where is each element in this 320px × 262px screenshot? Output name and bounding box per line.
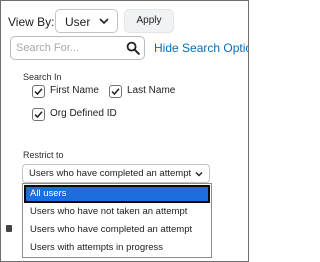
search-options-panel: View By: User Apply Hide Search Options … (0, 0, 249, 262)
restrict-to-dropdown-list: All users Users who have not taken an at… (22, 183, 212, 258)
restrict-to-label: Restrict to (23, 150, 64, 160)
org-defined-id-label: Org Defined ID (50, 108, 117, 119)
check-icon (111, 88, 120, 96)
chevron-down-icon (195, 172, 203, 177)
restrict-to-value: Users who have completed an attempt (29, 168, 192, 179)
first-name-checkbox[interactable] (32, 85, 45, 98)
option-completed-attempt[interactable]: Users who have completed an attempt (24, 221, 210, 239)
partially-hidden-icon (6, 225, 12, 232)
view-by-label: View By: (8, 15, 55, 29)
search-input[interactable] (16, 40, 121, 56)
check-icon (34, 88, 43, 96)
check-icon (34, 111, 43, 119)
option-not-taken-attempt[interactable]: Users who have not taken an attempt (24, 203, 210, 221)
search-icon[interactable] (126, 41, 140, 55)
option-attempts-in-progress[interactable]: Users with attempts in progress (24, 239, 210, 257)
apply-button[interactable]: Apply (124, 9, 174, 33)
hide-search-options-link[interactable]: Hide Search Options (154, 41, 248, 55)
search-field[interactable] (10, 36, 145, 60)
restrict-to-select[interactable]: Users who have completed an attempt (22, 164, 210, 183)
option-all-users[interactable]: All users (24, 185, 210, 203)
org-defined-id-checkbox[interactable] (32, 108, 45, 121)
first-name-label: First Name (50, 85, 99, 96)
search-in-label: Search In (23, 72, 62, 82)
last-name-label: Last Name (127, 85, 176, 96)
last-name-checkbox[interactable] (109, 85, 122, 98)
view-by-value: User (65, 15, 91, 29)
chevron-down-icon (99, 18, 109, 25)
view-by-select[interactable]: User (55, 9, 118, 33)
